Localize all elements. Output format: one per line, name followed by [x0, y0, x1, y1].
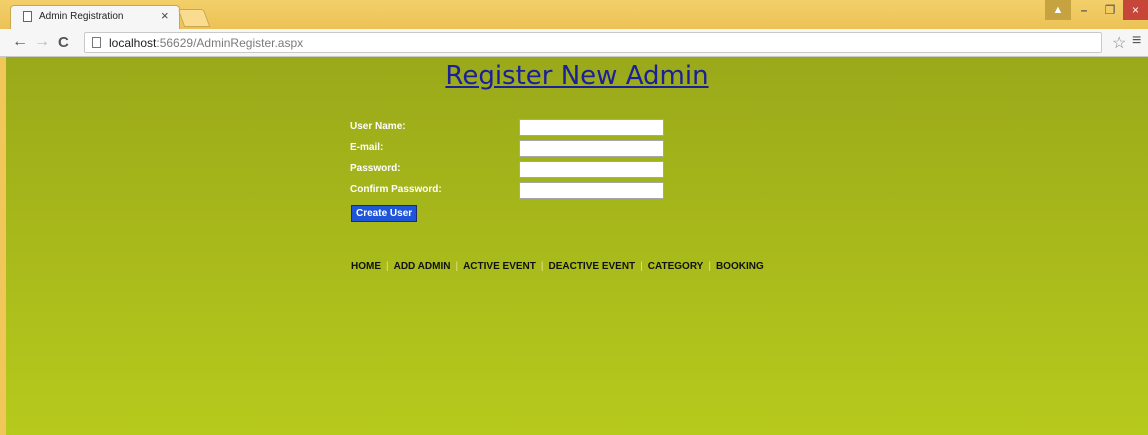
url-host: localhost — [109, 36, 157, 50]
url-path: :56629/AdminRegister.aspx — [156, 36, 304, 50]
user-icon[interactable]: ▲ — [1045, 0, 1071, 20]
browser-menu-icon[interactable]: ≡ — [1132, 32, 1141, 50]
nav-booking[interactable]: BOOKING — [716, 261, 764, 272]
email-label: E-mail: — [350, 142, 384, 153]
nav-separator: | — [455, 261, 459, 272]
password-label: Password: — [350, 163, 401, 174]
page-icon — [23, 11, 32, 22]
create-user-button[interactable]: Create User — [351, 205, 418, 222]
email-input[interactable] — [519, 140, 664, 157]
nav-separator: | — [540, 261, 544, 272]
nav-home[interactable]: HOME — [351, 261, 381, 272]
nav-add-admin[interactable]: ADD ADMIN — [394, 261, 451, 272]
nav-deactive-event[interactable]: DEACTIVE EVENT — [548, 261, 635, 272]
username-label: User Name: — [350, 121, 406, 132]
reload-icon[interactable]: C — [58, 34, 69, 51]
bookmark-star-icon[interactable]: ☆ — [1112, 33, 1126, 53]
confirm-password-input[interactable] — [519, 182, 664, 199]
nav-separator: | — [640, 261, 643, 272]
confirm-password-label: Confirm Password: — [350, 184, 442, 195]
username-input[interactable] — [519, 119, 664, 136]
nav-active-event[interactable]: ACTIVE EVENT — [463, 261, 536, 272]
page-content: Register New Admin User Name: E-mail: Pa… — [6, 57, 1148, 435]
tab-title: Admin Registration — [39, 11, 124, 22]
minimize-button[interactable]: – — [1071, 0, 1097, 20]
tab-close-icon[interactable]: × — [161, 8, 169, 23]
address-toolbar: ← → C localhost:56629/AdminRegister.aspx… — [0, 29, 1148, 57]
site-nav: HOME | ADD ADMIN | ACTIVE EVENT | DEACTIVE EVE… — [351, 261, 764, 272]
page-icon — [92, 37, 101, 48]
close-window-button[interactable]: × — [1123, 0, 1148, 20]
nav-separator: | — [708, 261, 711, 272]
forward-arrow-icon[interactable]: → — [34, 33, 50, 51]
maximize-button[interactable]: ❐ — [1097, 0, 1123, 20]
nav-category[interactable]: CATEGORY — [648, 261, 704, 272]
new-tab-button[interactable] — [177, 9, 211, 27]
url-text[interactable]: localhost:56629/AdminRegister.aspx — [109, 36, 303, 50]
browser-titlebar: Admin Registration × ▲ – ❐ × — [0, 0, 1148, 29]
password-input[interactable] — [519, 161, 664, 178]
page-title[interactable]: Register New Admin — [6, 61, 1148, 91]
nav-separator: | — [386, 261, 389, 272]
browser-tab[interactable]: Admin Registration × — [10, 5, 180, 29]
back-arrow-icon[interactable]: ← — [12, 33, 28, 51]
url-bar[interactable]: localhost:56629/AdminRegister.aspx — [84, 32, 1102, 53]
